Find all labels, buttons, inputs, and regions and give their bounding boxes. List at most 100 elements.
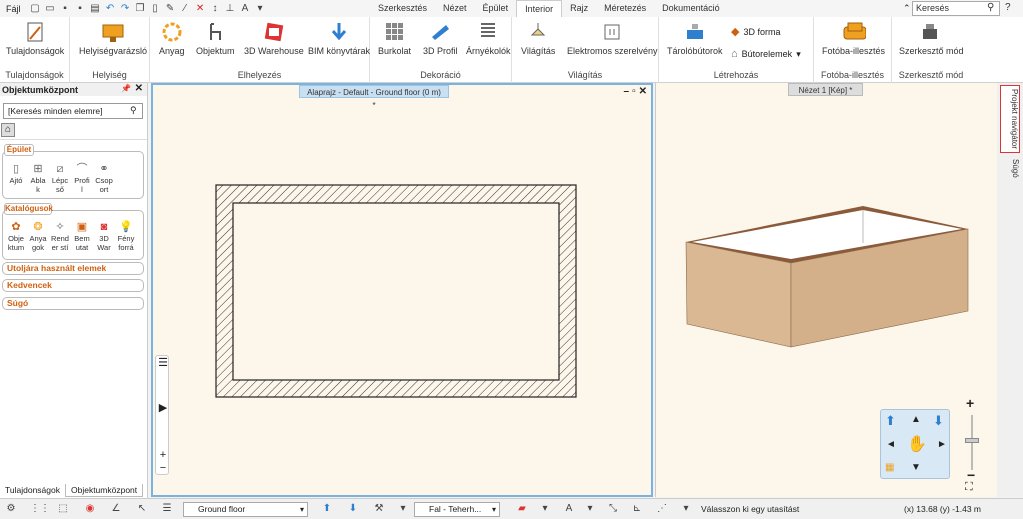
forma3d-button[interactable]: ◆ 3D forma [731,25,780,38]
arnyekolok-button[interactable]: Árnyékolók [466,20,511,56]
view-mode-icon[interactable]: ▦ [885,462,894,473]
dropdown-icon[interactable]: ▾ [538,502,552,516]
node-icon[interactable]: ⋰ [655,502,669,516]
open-icon[interactable]: ▭ [44,2,57,15]
item-ablak[interactable]: ⊞ Abla k [27,162,49,194]
dropdown-arrow-icon[interactable]: ▾ [796,49,801,60]
text-style-icon[interactable]: A [562,502,576,516]
home-icon[interactable]: ⌂ [1,123,15,137]
tulajdonsagok-button[interactable]: Tulajdonságok [6,20,64,56]
item-objektum[interactable]: ✿ Obje ktum [5,220,27,252]
delete-icon[interactable]: ✕ [194,2,207,15]
floor-select[interactable]: Ground floor ▾ [183,502,308,517]
copy-icon[interactable]: ❐ [134,2,147,15]
section-recent[interactable]: Utoljára használt elemek [2,262,144,275]
item-3d-warehouse[interactable]: ◙ 3D War [93,220,115,252]
zoom-in-icon[interactable]: + [156,449,170,461]
floor-plan-view[interactable]: Alaprajz - Default - Ground floor (0 m) … [151,83,653,497]
item-render-stilus[interactable]: ✧ Rend er stí [49,220,71,252]
tab-meretezes[interactable]: Méretezés [596,0,654,17]
file-menu[interactable]: Fájl [0,4,27,14]
grid-icon[interactable]: ⋮⋮ [30,502,50,516]
section-epulet-title[interactable]: Épület [4,144,34,156]
close-icon[interactable]: ✕ [135,83,143,94]
new-icon[interactable]: ▢ [29,2,42,15]
list-icon[interactable]: ☰ [156,356,170,369]
dropdown-icon[interactable]: ▾ [679,502,693,516]
section-favorites[interactable]: Kedvencek [2,279,144,292]
anyag-button[interactable]: Anyag [159,20,185,56]
item-fenyforras[interactable]: 💡 Fény forrá [115,220,137,252]
warehouse-button[interactable]: 3D Warehouse [244,20,304,56]
tab-projekt-navigator[interactable]: Projekt navigátor [1000,85,1020,153]
butorelemek-button[interactable]: ⌂ Bútorelemek ▾ [731,48,801,60]
pan-right-icon[interactable]: ► [937,439,947,450]
select-rect-icon[interactable]: ⬚ [56,502,70,516]
section-katalogusok-title[interactable]: Katalógusok [4,203,53,215]
eraser-icon[interactable]: ▰ [515,502,529,516]
tab-szerkesztes[interactable]: Szerkesztés [370,0,435,17]
tab-dokumentacio[interactable]: Dokumentáció [654,0,728,17]
angle-icon[interactable]: ∠ [109,502,123,516]
print-icon[interactable]: ▤ [89,2,102,15]
bim-button[interactable]: BIM könyvtárak [308,20,370,56]
measure-icon[interactable]: ⊥ [224,2,237,15]
pan-up-icon[interactable]: ▲ [911,414,921,425]
3d-view[interactable]: Nézet 1 [Kép] * ⬆ ▲ ⬇ ◄ ✋ ► ▦ ▼ + − ⛶ [655,83,997,497]
item-lepcso[interactable]: ⧄ Lépc ső [49,162,71,194]
text-icon[interactable]: A [239,2,252,15]
move-up-left-icon[interactable]: ⬆ [885,413,896,429]
snap-icon[interactable]: ◉ [83,502,97,516]
tarolobutorok-button[interactable]: Tárolóbútorok [667,20,723,56]
search-icon[interactable]: ⚲ [987,2,999,14]
redo-icon[interactable]: ↷ [119,2,132,15]
brush-icon[interactable]: ✎ [164,2,177,15]
dropdown-icon[interactable]: ▾ [583,502,597,516]
move-down-icon[interactable]: ⬇ [933,413,944,429]
floor-up-icon[interactable]: ⬆ [320,502,334,516]
room-interior[interactable] [232,202,560,381]
dropdown-icon[interactable]: ▾ [254,2,267,15]
zoom-out-icon[interactable]: − [156,462,170,474]
tab-interior[interactable]: Interior [516,0,563,17]
measure-icon[interactable]: ⤡ [606,502,620,516]
fotoba-illesztes-button[interactable]: Fotóba-illesztés [822,20,885,56]
tab-epulet[interactable]: Épület [475,0,517,17]
dropdown-icon[interactable]: ▾ [396,502,410,516]
pipette-icon[interactable]: ⁄ [179,2,192,15]
item-ajto[interactable]: ▯ Ajtó [5,162,27,194]
burkolat-button[interactable]: Burkolat [378,20,411,56]
settings-icon[interactable]: ⚙ [4,502,18,516]
object-search-input[interactable]: [Keresés minden elemre] [3,103,143,119]
tab-sugo[interactable]: Súgó [1000,155,1020,181]
hammer-icon[interactable]: ⚒ [372,502,386,516]
tab-objektumkozpont[interactable]: Objektumközpont [64,484,144,497]
list-icon[interactable]: ☰ [160,502,174,516]
szerkeszto-mod-button[interactable]: Szerkesztő mód [899,20,964,56]
expand-icon[interactable]: ▶ [156,401,170,414]
tab-nezet[interactable]: Nézet [435,0,475,17]
pin-icon[interactable]: 📌 [121,84,131,93]
vilagitas-button[interactable]: Világítás [521,20,555,56]
chevron-up-icon[interactable]: ⌃ [903,3,911,14]
rotate-icon[interactable]: ↕ [209,2,222,15]
pointer-icon[interactable]: ↖ [135,502,149,516]
tab-rajz[interactable]: Rajz [562,0,596,17]
item-csoport[interactable]: ⚭ Csop ort [93,162,115,194]
undo-icon[interactable]: ↶ [104,2,117,15]
ruler-icon[interactable]: ⊾ [630,502,644,516]
item-bemutato[interactable]: ▣ Bem utat [71,220,93,252]
help-icon[interactable]: ? [1005,2,1011,13]
elektromos-button[interactable]: Elektromos szerelvény [567,20,658,56]
tab-tulajdonsagok[interactable]: Tulajdonságok [0,484,65,497]
save-icon[interactable]: ▪ [59,2,72,15]
search-icon[interactable]: ⚲ [130,105,137,116]
zoom-in-icon[interactable]: + [966,395,974,411]
profil-button[interactable]: 3D Profil [423,20,458,56]
objektum-button[interactable]: Objektum [196,20,235,56]
pan-left-icon[interactable]: ◄ [886,439,896,450]
hand-pan-icon[interactable]: ✋ [907,434,927,454]
layer-select[interactable]: Fal - Teherh... ▾ [414,502,500,517]
zoom-slider-handle[interactable] [965,438,979,443]
pan-down-icon[interactable]: ▼ [911,462,921,473]
